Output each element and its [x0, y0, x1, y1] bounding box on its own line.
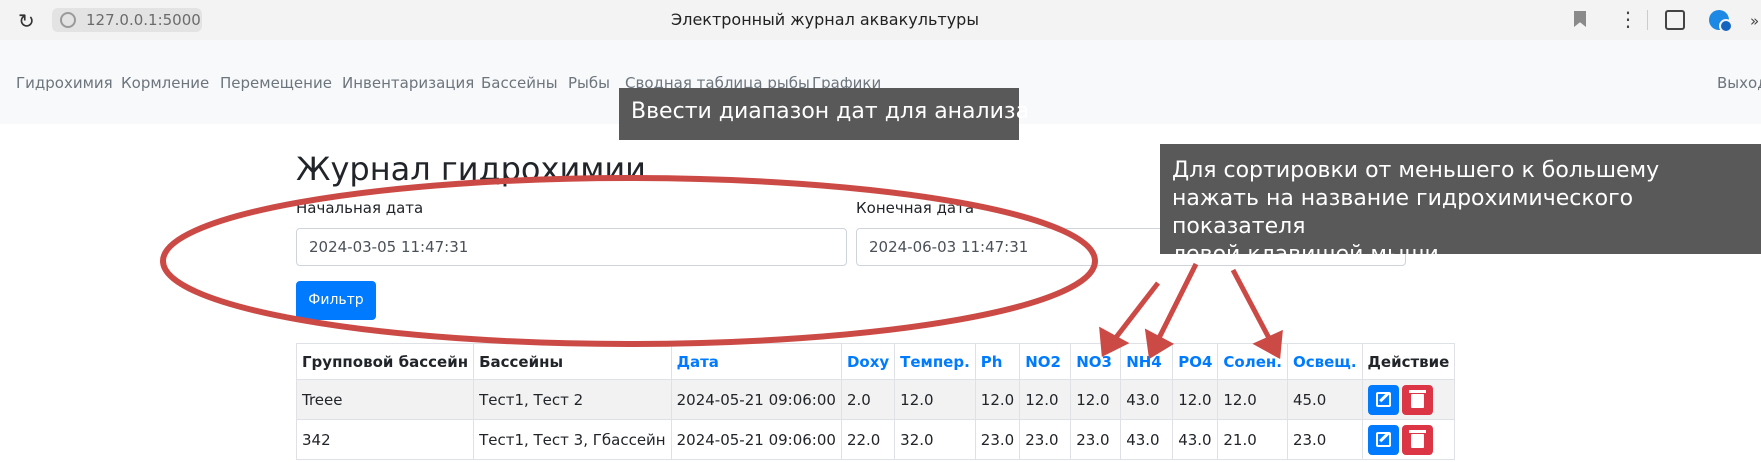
cell-doxy: 22.0 [840, 419, 896, 460]
cell-light: 45.0 [1286, 379, 1363, 420]
cell-po4: 12.0 [1172, 379, 1219, 420]
edit-icon [1375, 391, 1391, 407]
nav-link-exit[interactable]: Выход [1717, 74, 1761, 92]
cell-group-pool: 342 [295, 419, 475, 460]
cell-pools: Тест1, Тест 3, Гбассейн [473, 419, 672, 460]
browser-page-title: Электронный журнал аквакультуры [671, 10, 979, 29]
cell-light: 23.0 [1286, 419, 1363, 460]
cell-nh4: 43.0 [1120, 379, 1174, 420]
col-date-sort[interactable]: Дата [670, 343, 842, 380]
start-date-label: Начальная дата [296, 199, 424, 217]
arrow-nh4-line [1112, 281, 1160, 342]
sort-hint-line-1: Для сортировки от меньшего к большему [1172, 158, 1660, 183]
cell-actions [1361, 419, 1456, 460]
cell-salinity: 21.0 [1217, 419, 1288, 460]
cell-group-pool: Treee [295, 379, 475, 420]
col-group-pool: Групповой бассейн [295, 343, 475, 380]
end-date-label: Конечная дата [856, 199, 975, 217]
cell-doxy: 2.0 [840, 379, 896, 420]
cell-temp: 12.0 [894, 379, 976, 420]
cell-pools: Тест1, Тест 2 [473, 379, 672, 420]
hydrochem-table: Групповой бассейн Бассейны Дата Doxy Тем… [295, 343, 1456, 460]
sort-hint-line-2: нажать на название гидрохимического пока… [1172, 186, 1634, 239]
delete-button[interactable] [1401, 384, 1433, 415]
cell-no3: 12.0 [1070, 379, 1122, 420]
cell-po4: 43.0 [1172, 419, 1219, 460]
browser-toolbar: ↻ 127.0.0.1:5000 Электронный журнал аква… [0, 0, 1761, 40]
cell-ph: 23.0 [974, 419, 1021, 460]
col-pools: Бассейны [473, 343, 672, 380]
nav-link-pools[interactable]: Бассейны [481, 74, 558, 92]
col-ph-sort[interactable]: Ph [974, 343, 1021, 380]
delete-button[interactable] [1401, 424, 1433, 455]
col-light-sort[interactable]: Освещ. [1286, 343, 1363, 380]
col-nh4-sort[interactable]: NH4 [1120, 343, 1174, 380]
edit-button[interactable] [1367, 384, 1399, 415]
more-icon[interactable]: » [1750, 12, 1759, 30]
cell-no2: 23.0 [1019, 419, 1072, 460]
cell-no3: 23.0 [1070, 419, 1122, 460]
cell-ph: 12.0 [974, 379, 1021, 420]
nav-link-moving[interactable]: Перемещение [220, 74, 332, 92]
nav-link-inventory[interactable]: Инвентаризация [342, 74, 474, 92]
col-salinity-sort[interactable]: Солен. [1217, 343, 1288, 380]
col-doxy-sort[interactable]: Doxy [840, 343, 896, 380]
cell-date: 2024-05-21 09:06:00 [670, 379, 842, 420]
nav-link-fish[interactable]: Рыбы [568, 74, 610, 92]
sort-hint-line-3: левой клавишей мыши [1172, 242, 1439, 267]
cell-date: 2024-05-21 09:06:00 [670, 419, 842, 460]
extensions-icon[interactable] [1665, 10, 1685, 30]
cell-temp: 32.0 [894, 419, 976, 460]
edit-button[interactable] [1367, 424, 1399, 455]
trash-icon [1408, 389, 1426, 408]
col-temp-sort[interactable]: Темпер. [894, 343, 976, 380]
kebab-menu-icon[interactable]: ⋮ [1618, 7, 1638, 31]
col-po4-sort[interactable]: PO4 [1172, 343, 1219, 380]
table-header-row: Групповой бассейн Бассейны Дата Doxy Тем… [295, 343, 1456, 380]
col-no2-sort[interactable]: NO2 [1019, 343, 1072, 380]
edit-icon [1375, 431, 1391, 447]
nav-link-hydrochem[interactable]: Гидрохимия [16, 74, 113, 92]
cell-nh4: 43.0 [1120, 419, 1174, 460]
start-date-input[interactable]: 2024-03-05 11:47:31 [296, 228, 847, 266]
arrow-po4-line [1155, 262, 1199, 342]
filter-button[interactable]: Фильтр [296, 281, 376, 320]
trash-icon [1408, 429, 1426, 448]
nav-link-feeding[interactable]: Кормление [121, 74, 209, 92]
toolbar-divider [1647, 10, 1648, 30]
profile-icon[interactable] [1709, 10, 1733, 33]
page-heading: Журнал гидрохимии [296, 150, 646, 188]
col-no3-sort[interactable]: NO3 [1070, 343, 1122, 380]
date-range-tooltip: Ввести диапазон дат для анализа [619, 88, 1029, 140]
cell-actions [1361, 379, 1456, 420]
arrow-light-line [1230, 268, 1273, 342]
sort-hint-tooltip: Для сортировки от меньшего к большему на… [1160, 144, 1761, 267]
table-row: Treee Тест1, Тест 2 2024-05-21 09:06:00 … [295, 379, 1456, 420]
col-action: Действие [1361, 343, 1456, 380]
table-row: 342 Тест1, Тест 3, Гбассейн 2024-05-21 0… [295, 419, 1456, 460]
cell-salinity: 12.0 [1217, 379, 1288, 420]
cell-no2: 12.0 [1019, 379, 1072, 420]
